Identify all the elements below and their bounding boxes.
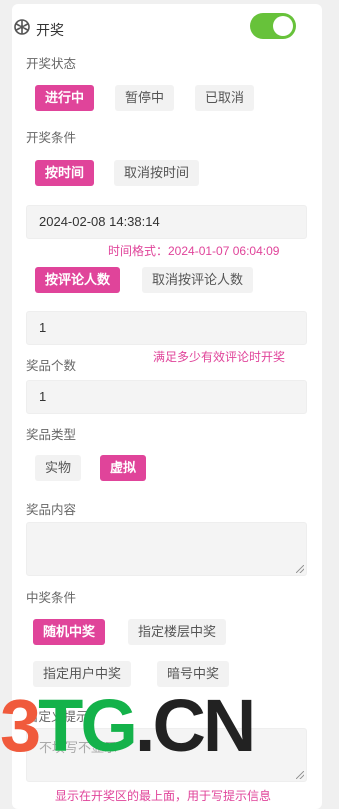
comments-count-input[interactable]: 1 — [26, 311, 307, 345]
by-comments-button[interactable]: 按评论人数 — [35, 267, 121, 293]
conditions-label: 开奖条件 — [26, 131, 77, 145]
status-option-paused[interactable]: 暂停中 — [115, 85, 175, 111]
prize-count-label: 奖品个数 — [26, 359, 77, 373]
watermark-part: TG — [38, 684, 138, 767]
resize-handle[interactable] — [296, 771, 304, 779]
prize-content-textarea[interactable] — [26, 522, 307, 576]
prize-type-virtual[interactable]: 虚拟 — [100, 455, 147, 481]
prize-type-physical[interactable]: 实物 — [35, 455, 82, 481]
status-option-cancelled[interactable]: 已取消 — [195, 85, 255, 111]
comments-hint: 满足多少有效评论时开奖 — [153, 350, 286, 364]
toggle-knob — [273, 16, 293, 36]
cancel-by-time-button[interactable]: 取消按时间 — [114, 160, 200, 186]
win-condition-label: 中奖条件 — [26, 591, 77, 605]
prize-count-input[interactable]: 1 — [26, 380, 307, 414]
win-random[interactable]: 随机中奖 — [33, 619, 106, 645]
status-option-running[interactable]: 进行中 — [35, 85, 95, 111]
tip-hint: 显示在开奖区的最上面，用于写提示信息 — [55, 789, 272, 803]
time-format-hint: 时间格式：2024-01-07 06:04:09 — [108, 244, 280, 258]
cancel-by-comments-button[interactable]: 取消按评论人数 — [142, 267, 254, 293]
win-by-floor[interactable]: 指定楼层中奖 — [128, 619, 227, 645]
lottery-toggle[interactable] — [250, 13, 296, 39]
section-title: 开奖 — [36, 22, 64, 38]
watermark-part: .CN — [134, 684, 256, 767]
watermark-part: 3 — [0, 684, 41, 767]
time-input[interactable]: 2024-02-08 14:38:14 — [26, 205, 307, 239]
status-label: 开奖状态 — [26, 57, 77, 71]
by-time-button[interactable]: 按时间 — [35, 160, 95, 186]
gear-icon — [14, 19, 30, 35]
watermark-logo: 3TG.CN — [0, 689, 339, 763]
prize-type-label: 奖品类型 — [26, 428, 77, 442]
prize-content-label: 奖品内容 — [26, 503, 77, 517]
resize-handle[interactable] — [296, 565, 304, 573]
